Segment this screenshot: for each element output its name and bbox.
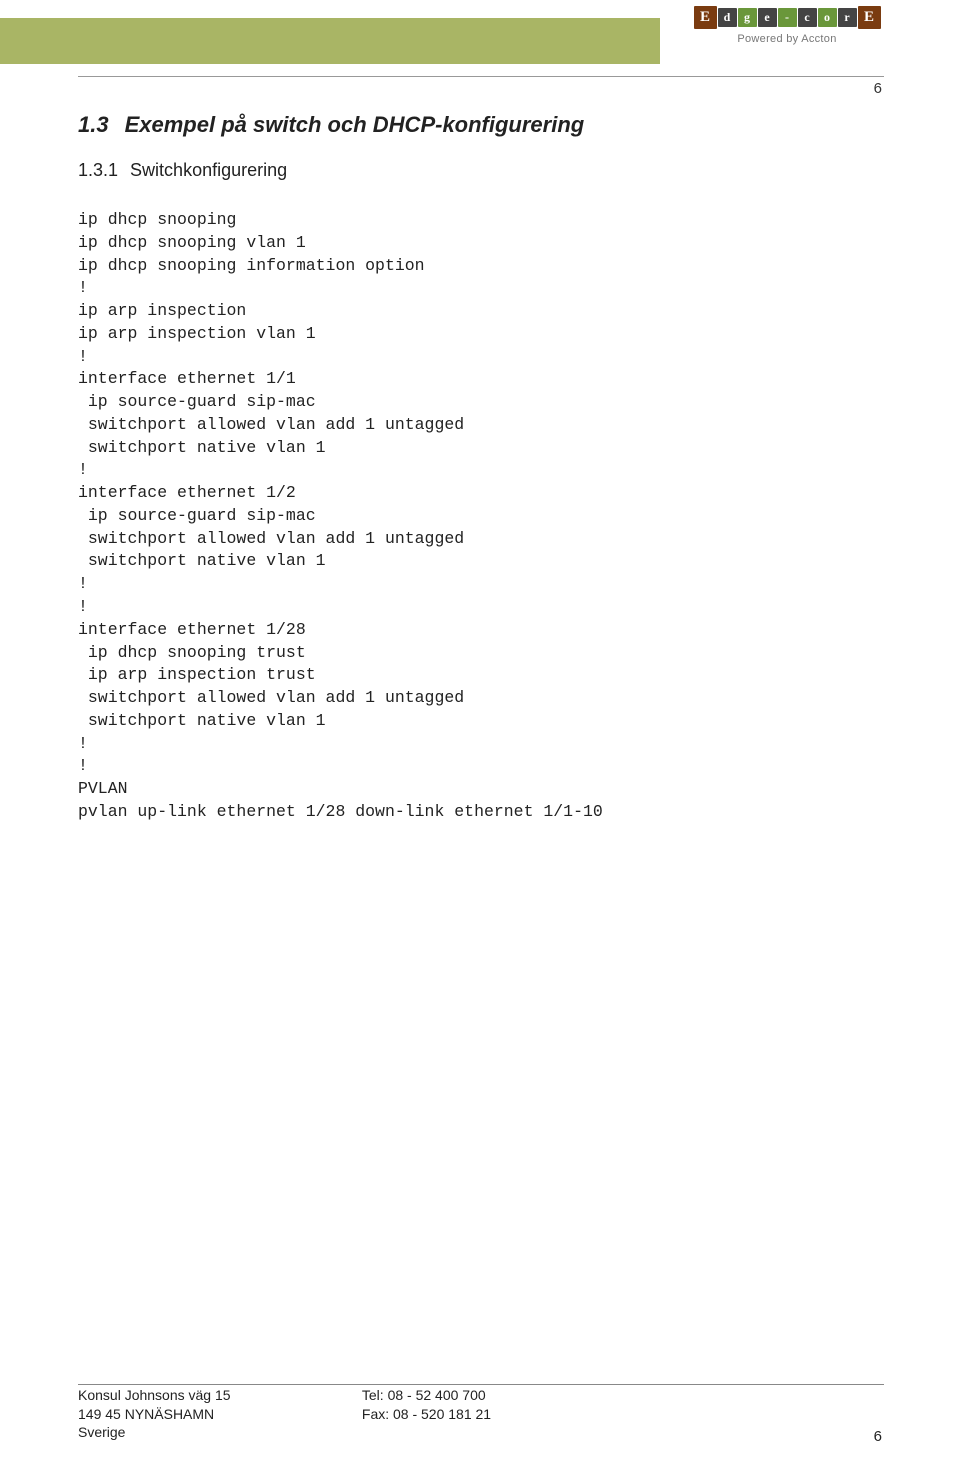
- subsection-number: 1.3.1: [78, 160, 118, 180]
- logo-letter: e: [758, 8, 777, 27]
- page-number-top: 6: [874, 80, 882, 97]
- header-rule: [78, 76, 884, 77]
- page-number-bottom: 6: [874, 1428, 882, 1445]
- logo-letter-row: E d g e - c o r E: [690, 6, 884, 29]
- logo-letter: -: [778, 8, 797, 27]
- logo-letter: E: [694, 6, 717, 29]
- section-number: 1.3: [78, 112, 109, 137]
- section-title: Exempel på switch och DHCP-konfigurering: [125, 112, 585, 137]
- config-code-block: ip dhcp snooping ip dhcp snooping vlan 1…: [78, 209, 884, 824]
- logo-letter: o: [818, 8, 837, 27]
- footer-address-line: 149 45 NYNÄSHAMN: [78, 1406, 214, 1422]
- section-heading: 1.3 Exempel på switch och DHCP-konfigurer…: [78, 112, 884, 138]
- logo-letter: d: [718, 8, 737, 27]
- subsection-heading: 1.3.1 Switchkonfigurering: [78, 160, 884, 181]
- logo-letter: E: [858, 6, 881, 29]
- footer-fax: Fax: 08 - 520 181 21: [362, 1406, 491, 1422]
- logo-letter: g: [738, 8, 757, 27]
- logo-letter: c: [798, 8, 817, 27]
- footer-rule: [78, 1384, 884, 1385]
- footer-address-line: Konsul Johnsons väg 15: [78, 1387, 231, 1403]
- header-olive-bar: [0, 18, 660, 64]
- footer-address-line: Sverige: [78, 1424, 125, 1440]
- logo-subtitle: Powered by Accton: [690, 33, 884, 45]
- logo-letter: r: [838, 8, 857, 27]
- subsection-title: Switchkonfigurering: [130, 160, 287, 180]
- footer: Konsul Johnsons väg 15 149 45 NYNÄSHAMN …: [78, 1386, 884, 1441]
- footer-tel: Tel: 08 - 52 400 700: [362, 1387, 486, 1403]
- brand-logo: E d g e - c o r E Powered by Accton: [690, 6, 884, 74]
